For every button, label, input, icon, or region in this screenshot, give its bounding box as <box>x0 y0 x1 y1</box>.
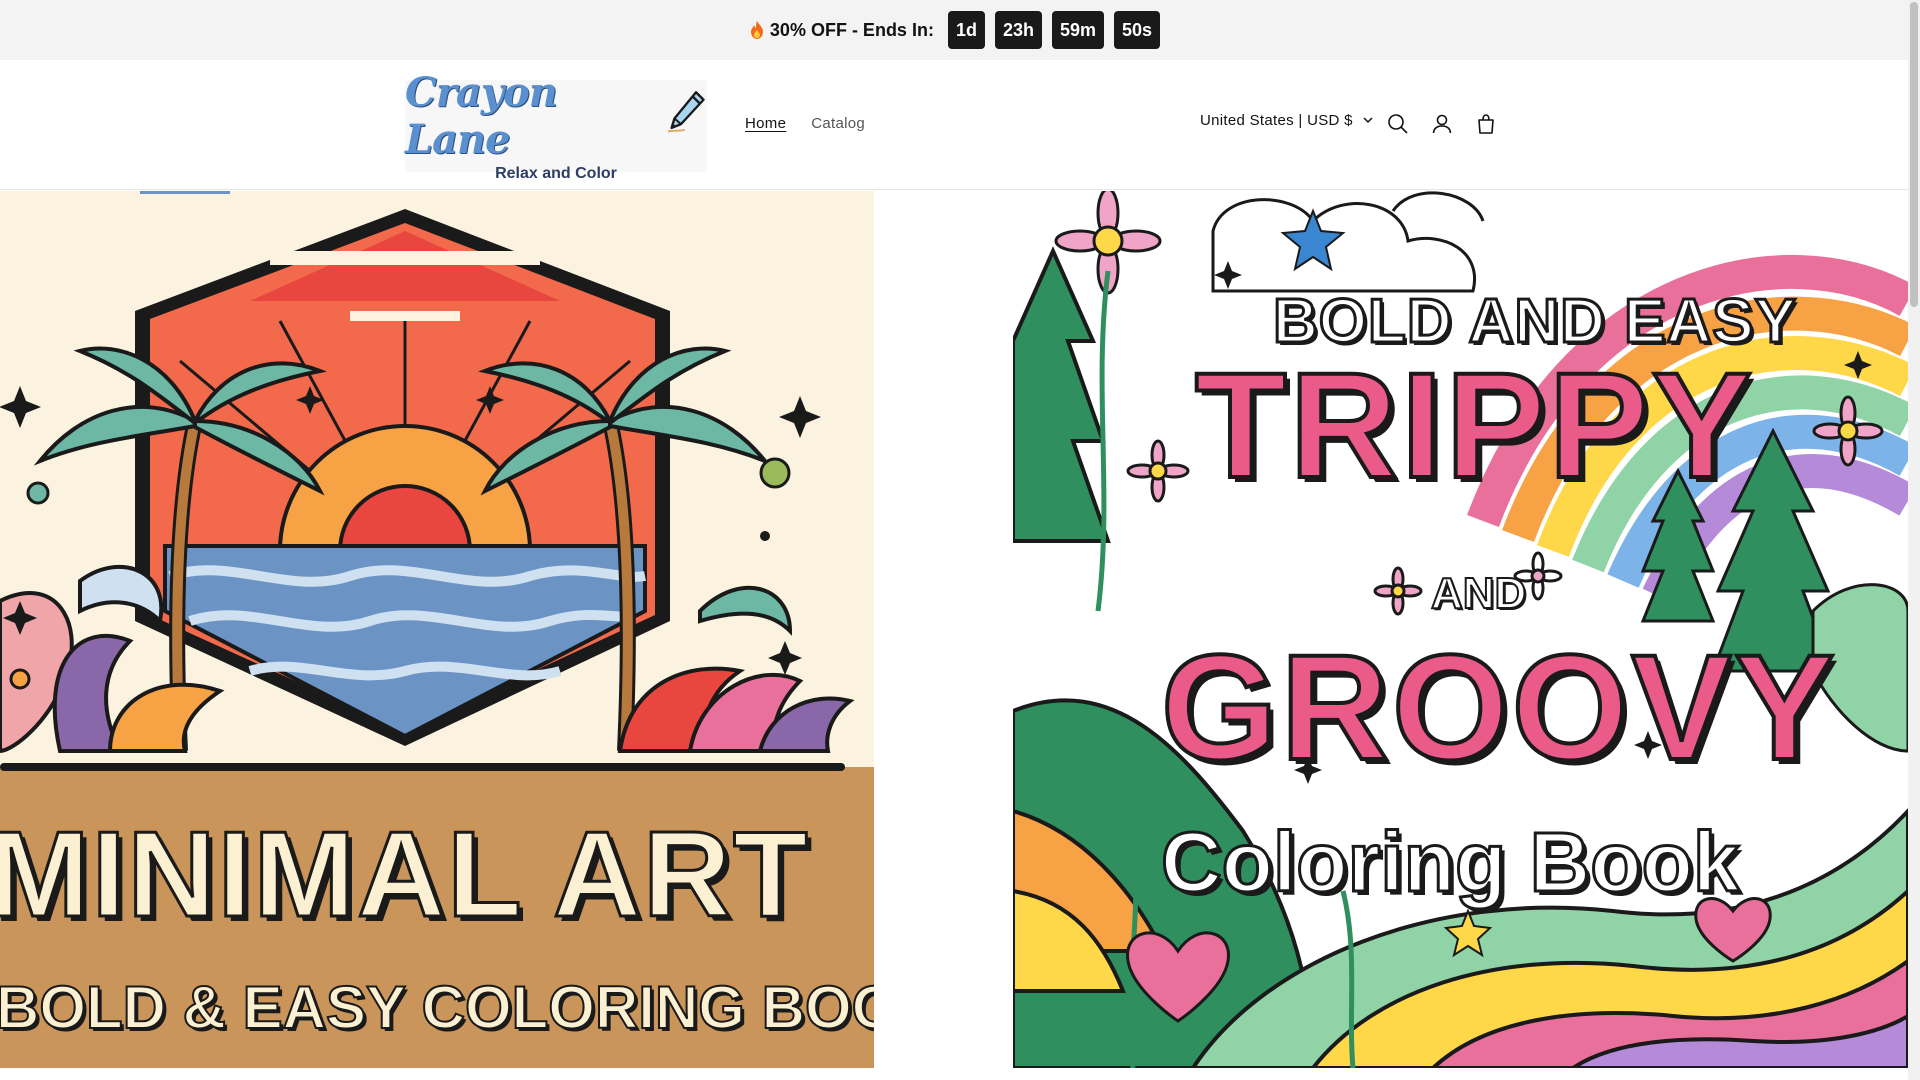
countdown-days: 1d <box>947 11 985 49</box>
minimal-art-subtitle: BOLD & EASY COLORING BOOK <box>0 973 874 1042</box>
hero-section: MINIMAL ART BOLD & EASY COLORING BOOK BO… <box>0 191 1908 1080</box>
scrollbar-thumb[interactable] <box>1910 2 1918 307</box>
country-currency-label: United States | USD $ <box>1200 112 1353 129</box>
cart-icon[interactable] <box>1474 112 1498 136</box>
site-logo[interactable]: Crayon Lane Relax and Color <box>405 69 707 182</box>
pencil-icon <box>667 91 705 133</box>
countdown-hours: 23h <box>994 11 1042 49</box>
main-nav: Home Catalog <box>745 115 865 132</box>
country-currency-selector[interactable]: United States | USD $ <box>1200 112 1373 129</box>
account-icon[interactable] <box>1430 112 1454 136</box>
page-scrollbar[interactable] <box>1908 0 1920 1080</box>
countdown-minutes: 59m <box>1051 11 1105 49</box>
announcement-bar: 30% OFF - Ends In: 1d 23h 59m 50s <box>0 0 1908 60</box>
minimal-art-cover-illustration <box>0 191 874 771</box>
chevron-down-icon <box>1363 117 1373 124</box>
trippy-line-trippy: TRIPPY <box>1193 339 1755 511</box>
sale-label: 30% OFF - Ends In: <box>769 19 934 40</box>
site-header: Crayon Lane Relax and Color Home Catalog… <box>0 60 1908 190</box>
trippy-line-groovy: GROOVY <box>1159 621 1838 793</box>
product-card-trippy-groovy[interactable]: BOLD AND EASY TRIPPY AND GROOVY Coloring… <box>1013 191 1908 1068</box>
nav-home[interactable]: Home <box>745 115 786 132</box>
countdown-seconds: 50s <box>1114 11 1161 49</box>
logo-tagline: Relax and Color <box>495 165 617 182</box>
announcement-text: 30% OFF - Ends In: <box>748 20 934 41</box>
search-icon[interactable] <box>1386 112 1410 136</box>
minimal-art-divider <box>0 763 845 771</box>
nav-catalog[interactable]: Catalog <box>811 115 865 132</box>
logo-title-text: Crayon Lane <box>405 69 558 163</box>
product-card-minimal-art[interactable]: MINIMAL ART BOLD & EASY COLORING BOOK <box>0 191 874 1068</box>
minimal-art-title: MINIMAL ART <box>0 805 810 944</box>
trippy-line-and: AND <box>1430 568 1527 619</box>
logo-title: Crayon Lane <box>405 69 707 163</box>
trippy-line-coloring-book: Coloring Book <box>1160 814 1742 911</box>
fire-icon <box>750 21 763 39</box>
